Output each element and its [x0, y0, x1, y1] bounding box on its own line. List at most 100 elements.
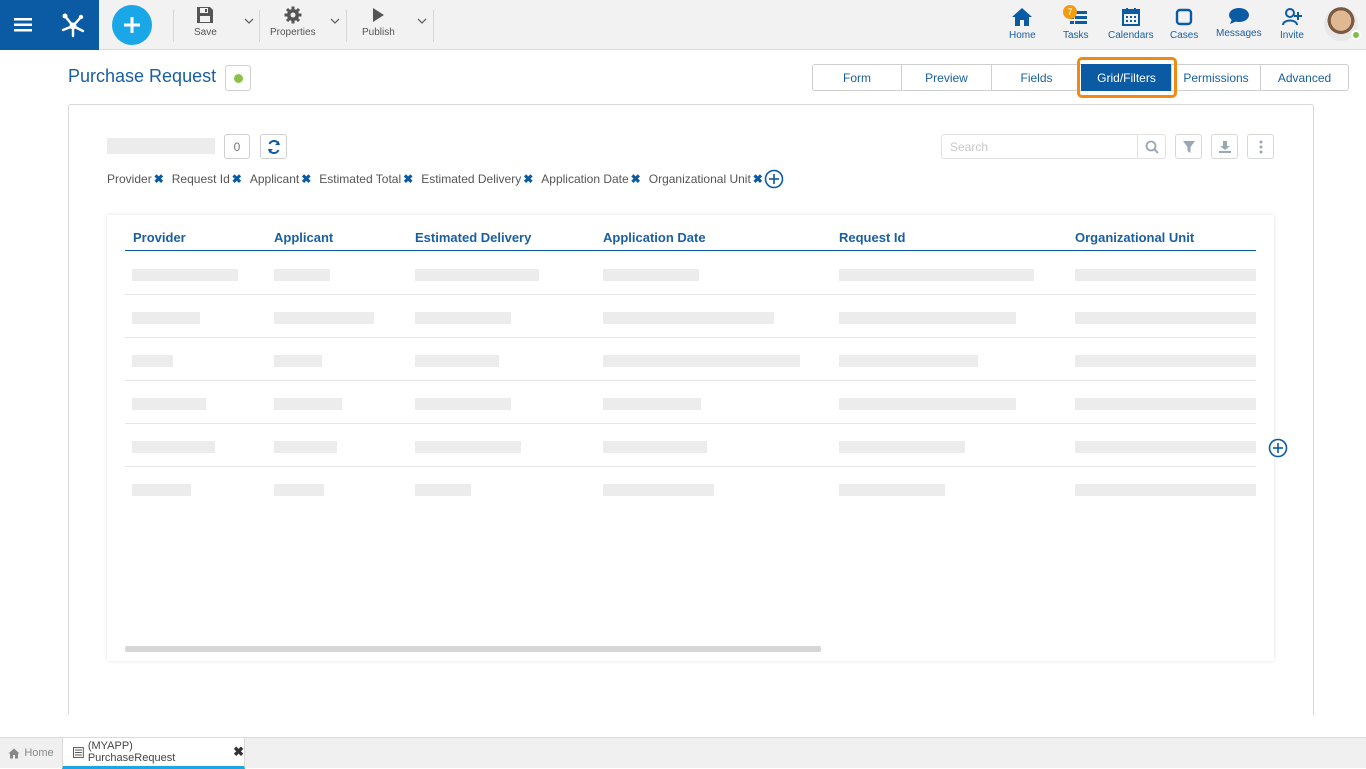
- cell-placeholder: [1075, 441, 1256, 453]
- tab-permissions[interactable]: Permissions: [1171, 64, 1261, 91]
- search-button[interactable]: [1137, 135, 1165, 158]
- nav-messages-label: Messages: [1216, 28, 1262, 39]
- bottom-tab-home-label: Home: [24, 747, 54, 759]
- nav-home-button[interactable]: Home: [1009, 7, 1036, 41]
- nav-calendars-button[interactable]: Calendars: [1108, 7, 1154, 41]
- active-tab-highlight: [1077, 57, 1177, 98]
- cell-placeholder: [603, 355, 800, 367]
- cell-placeholder: [1075, 398, 1256, 410]
- funnel-icon: [1182, 140, 1195, 153]
- cell-placeholder: [603, 441, 707, 453]
- cases-square-icon: [1175, 8, 1193, 26]
- close-tab-icon[interactable]: ✖: [233, 744, 244, 760]
- cell-placeholder: [132, 269, 238, 281]
- publish-dropdown-chevron-icon[interactable]: [417, 16, 427, 26]
- column-header-provider[interactable]: Provider: [133, 230, 186, 245]
- cell-placeholder: [1075, 484, 1256, 496]
- add-filter-plus-circle-icon[interactable]: [764, 169, 784, 189]
- filter-chip-label: Request Id: [171, 172, 230, 186]
- export-button[interactable]: [1211, 134, 1238, 159]
- cell-placeholder: [839, 484, 945, 496]
- nav-messages-button[interactable]: Messages: [1216, 7, 1262, 39]
- publish-button[interactable]: Publish: [362, 6, 395, 38]
- document-list-icon: [73, 746, 84, 758]
- filter-chip-label: Estimated Total: [319, 172, 402, 186]
- tab-form[interactable]: Form: [812, 64, 902, 91]
- status-indicator-button[interactable]: [225, 65, 251, 91]
- nav-invite-button[interactable]: Invite: [1280, 7, 1304, 41]
- filter-button[interactable]: [1175, 134, 1202, 159]
- table-row[interactable]: [125, 467, 1256, 510]
- remove-filter-icon[interactable]: ✖: [631, 172, 641, 186]
- nav-tasks-button[interactable]: 7 Tasks: [1063, 5, 1089, 41]
- home-icon: [8, 748, 20, 758]
- remove-filter-icon[interactable]: ✖: [301, 172, 311, 186]
- remove-filter-icon[interactable]: ✖: [232, 172, 242, 186]
- bottom-tab-document-label: (MYAPP) PurchaseRequest: [87, 740, 176, 764]
- bottom-tab-document[interactable]: (MYAPP) PurchaseRequest ✖: [62, 738, 245, 769]
- floppy-disk-icon: [197, 7, 214, 23]
- cell-placeholder: [274, 441, 337, 453]
- grid-header: Provider Applicant Estimated Delivery Ap…: [125, 215, 1256, 251]
- column-header-application-date[interactable]: Application Date: [603, 230, 706, 245]
- page-title: Purchase Request: [68, 66, 217, 86]
- app-logo[interactable]: [46, 0, 99, 50]
- table-row[interactable]: [125, 338, 1256, 381]
- hamburger-menu-button[interactable]: [0, 0, 46, 50]
- tab-advanced[interactable]: Advanced: [1260, 64, 1349, 91]
- cell-placeholder: [839, 269, 1034, 281]
- plus-icon: [124, 17, 140, 33]
- search-icon: [1145, 140, 1159, 154]
- cell-placeholder: [274, 484, 324, 496]
- grid-name-placeholder: [107, 138, 215, 154]
- filter-chip-label: Application Date: [541, 172, 629, 186]
- properties-button[interactable]: Properties: [270, 6, 316, 38]
- cell-placeholder: [132, 441, 215, 453]
- cell-placeholder: [603, 269, 699, 281]
- cell-placeholder: [415, 441, 521, 453]
- logo-icon: [61, 13, 84, 38]
- tab-preview[interactable]: Preview: [901, 64, 992, 91]
- remove-filter-icon[interactable]: ✖: [403, 172, 413, 186]
- home-icon: [1012, 8, 1033, 26]
- filter-chip: Applicant ✖: [250, 172, 311, 186]
- column-header-estimated-delivery[interactable]: Estimated Delivery: [415, 230, 531, 245]
- tab-fields[interactable]: Fields: [991, 64, 1082, 91]
- column-header-applicant[interactable]: Applicant: [274, 230, 333, 245]
- new-button[interactable]: [112, 5, 152, 45]
- search-input[interactable]: [942, 135, 1138, 158]
- toolbar-divider: [173, 10, 174, 42]
- cell-placeholder: [274, 355, 322, 367]
- filter-chip: Request Id ✖: [172, 172, 242, 186]
- nav-cases-label: Cases: [1170, 30, 1199, 41]
- properties-dropdown-chevron-icon[interactable]: [330, 16, 340, 26]
- nav-invite-label: Invite: [1280, 30, 1304, 41]
- cell-placeholder: [132, 398, 206, 410]
- refresh-button[interactable]: [260, 134, 287, 159]
- filter-chip: Application Date ✖: [541, 172, 640, 186]
- save-button[interactable]: Save: [194, 6, 217, 38]
- chat-bubble-icon: [1228, 8, 1249, 24]
- remove-filter-icon[interactable]: ✖: [523, 172, 533, 186]
- add-column-plus-circle-icon[interactable]: [1268, 438, 1288, 458]
- horizontal-scrollbar[interactable]: [125, 646, 821, 652]
- toolbar-divider: [346, 10, 347, 42]
- remove-filter-icon[interactable]: ✖: [154, 172, 164, 186]
- table-row[interactable]: [125, 424, 1256, 467]
- cell-placeholder: [603, 398, 701, 410]
- save-dropdown-chevron-icon[interactable]: [244, 16, 254, 26]
- table-row[interactable]: [125, 381, 1256, 424]
- record-count: 0: [224, 134, 250, 159]
- nav-tasks-label: Tasks: [1063, 30, 1089, 41]
- nav-cases-button[interactable]: Cases: [1170, 7, 1198, 41]
- column-header-request-id[interactable]: Request Id: [839, 230, 905, 245]
- remove-filter-icon[interactable]: ✖: [753, 172, 763, 186]
- table-row[interactable]: [125, 252, 1256, 295]
- play-icon: [373, 8, 385, 22]
- column-header-organizational-unit[interactable]: Organizational Unit: [1075, 230, 1194, 245]
- filter-chip: Estimated Delivery ✖: [421, 172, 533, 186]
- table-row[interactable]: [125, 295, 1256, 338]
- bottom-tab-home[interactable]: Home: [0, 738, 62, 768]
- cell-placeholder: [415, 484, 471, 496]
- more-options-button[interactable]: [1247, 134, 1274, 159]
